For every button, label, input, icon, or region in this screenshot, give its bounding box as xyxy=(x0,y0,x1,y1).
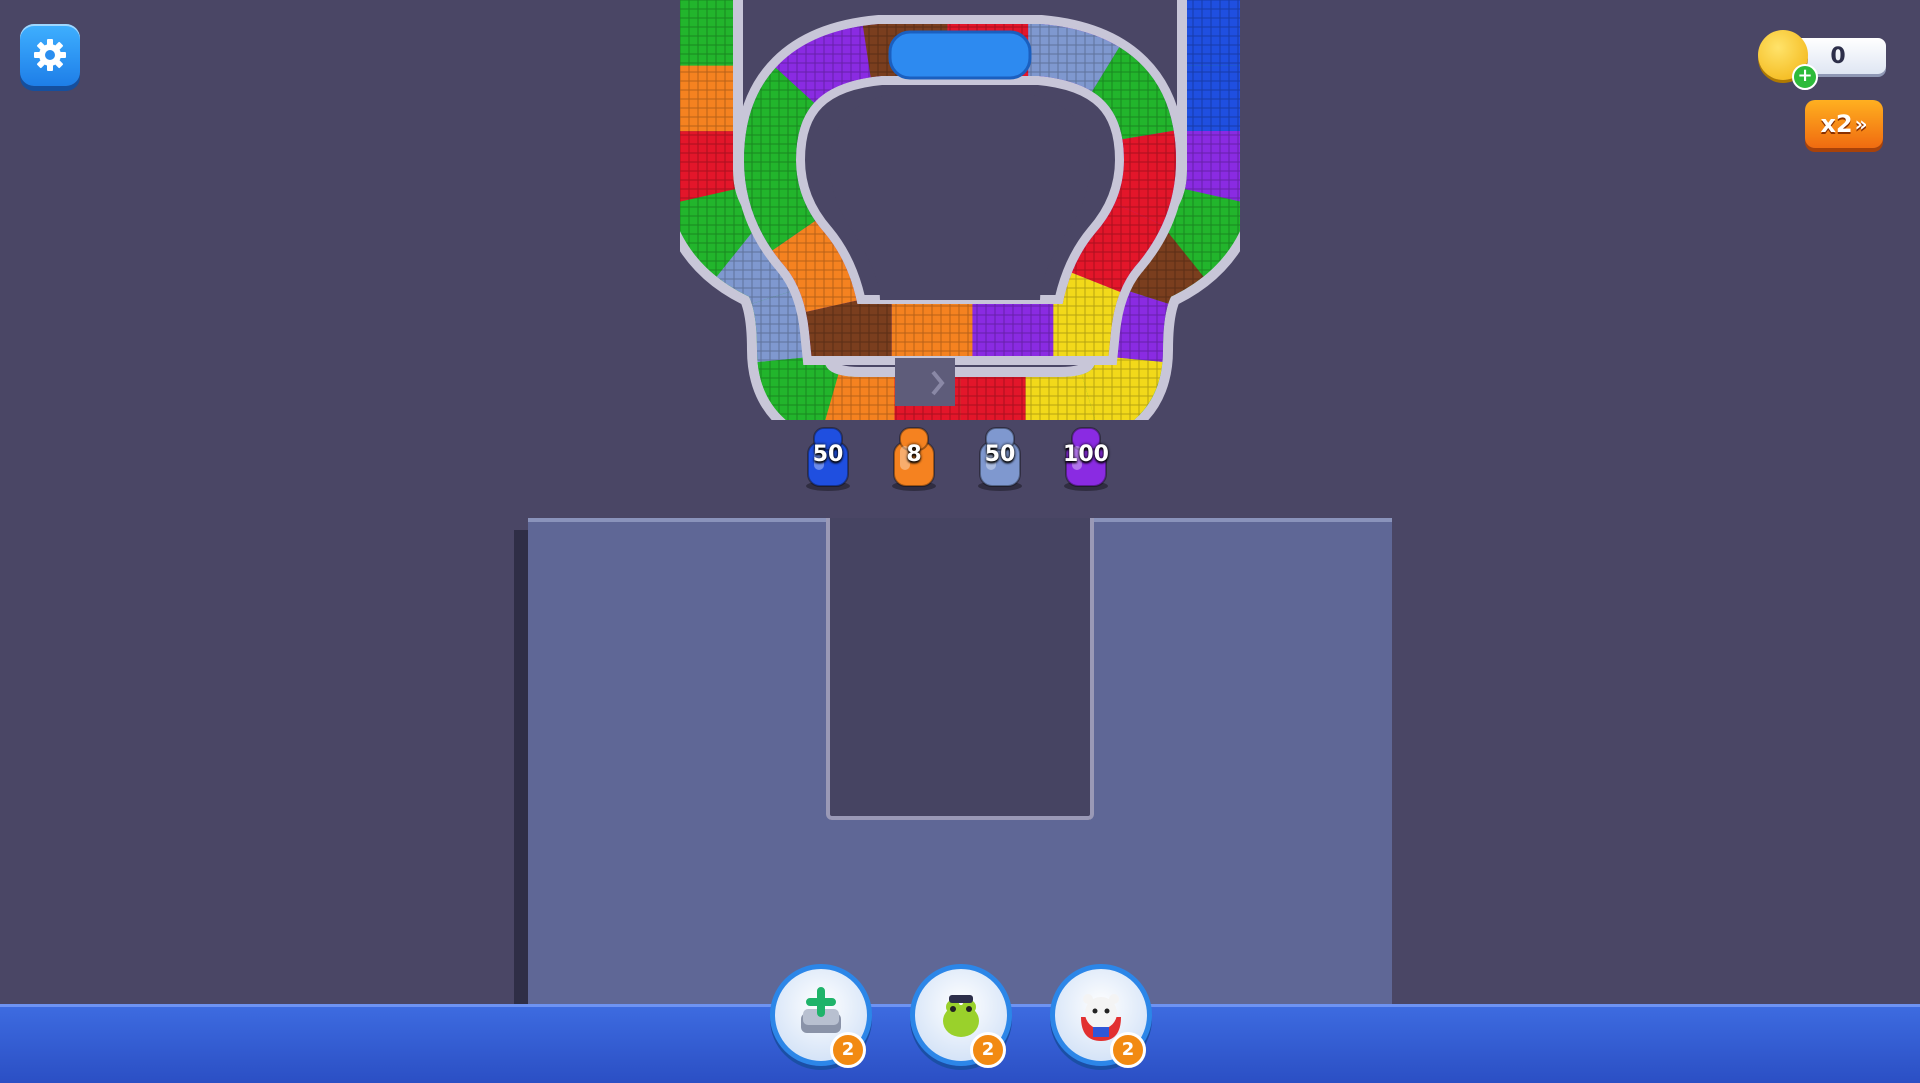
track-handle xyxy=(888,30,1032,80)
shooter-purple[interactable]: 100 xyxy=(1058,420,1114,492)
shooter-orange[interactable]: 8 xyxy=(886,420,942,492)
speed-multiplier-button[interactable]: x2 » xyxy=(1805,100,1883,148)
piece-grid xyxy=(836,590,1086,820)
shooter-blue[interactable]: 50 xyxy=(800,420,856,492)
booster-count-badge: 2 xyxy=(830,1032,866,1068)
speed-multiplier-label: x2 xyxy=(1820,110,1853,138)
shooter-count: 50 xyxy=(984,442,1016,467)
booster-bar: 2 2 2 xyxy=(770,964,1152,1074)
shooter-steel[interactable]: 50 xyxy=(972,420,1028,492)
conveyor-track: 6 xyxy=(680,0,1240,420)
gear-icon xyxy=(34,39,66,71)
double-chevron-icon: » xyxy=(1854,112,1868,136)
shooter-count: 50 xyxy=(812,442,844,467)
shooter-queue: 50 8 50 100 xyxy=(800,420,1140,510)
booster-count-badge: 2 xyxy=(970,1032,1006,1068)
add-coins-button[interactable]: + xyxy=(1792,64,1818,90)
booster-count-badge: 2 xyxy=(1110,1032,1146,1068)
coin-count: 0 xyxy=(1830,43,1846,69)
shooter-count: 8 xyxy=(906,442,922,467)
settings-button[interactable] xyxy=(20,24,80,86)
shooter-count: 100 xyxy=(1063,442,1109,467)
left-board-edge xyxy=(514,530,528,1004)
